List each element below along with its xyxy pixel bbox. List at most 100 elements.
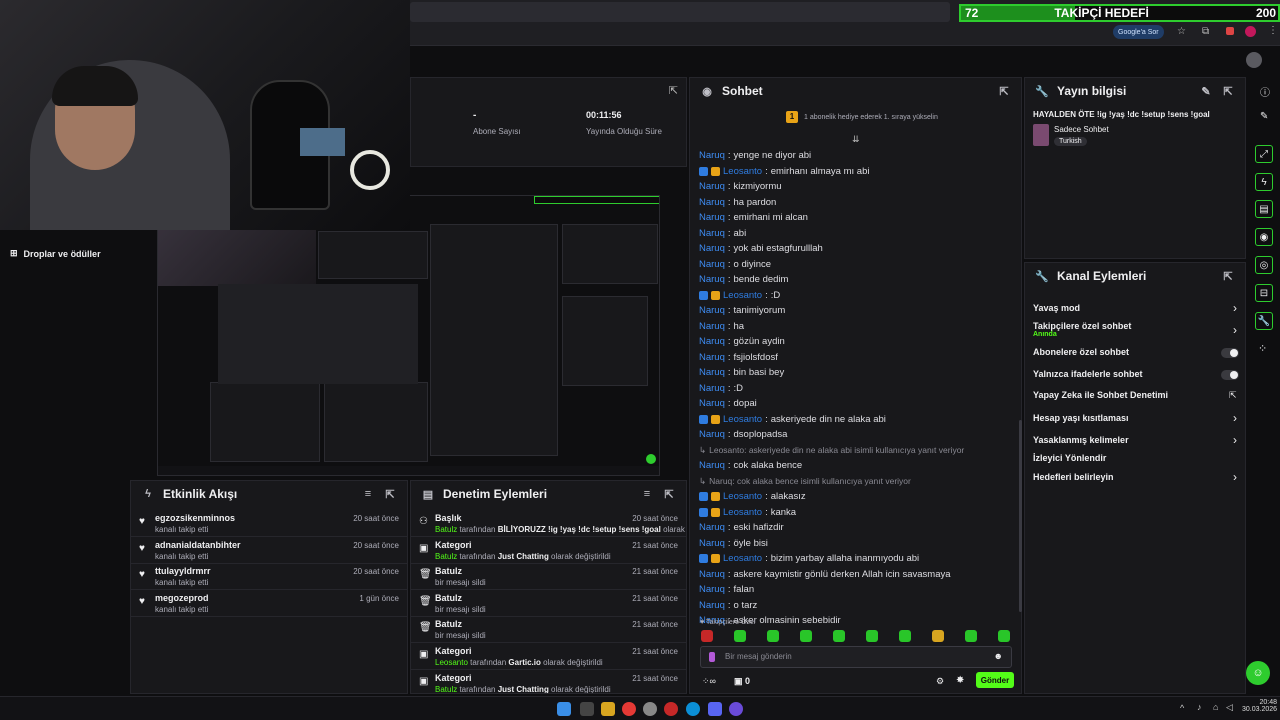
rail-button-lightning[interactable]: ϟ (1255, 173, 1273, 191)
popout-icon[interactable]: ⇱ (662, 487, 676, 501)
rail-button-tools[interactable]: 🔧 (1255, 312, 1273, 330)
stream-category[interactable]: Sadece Sohbet (1054, 125, 1109, 134)
gift-sub-banner[interactable]: 1 1 abonelik hediye ederek 1. sıraya yük… (786, 111, 938, 123)
pin-icon[interactable]: ⇊ (852, 134, 860, 145)
viewer-redirect-option[interactable]: İzleyici Yönlendir (1033, 453, 1205, 463)
chat-username[interactable]: Naruq (699, 383, 725, 394)
chat-message[interactable]: Naruq: eski hafizdir (699, 520, 1015, 536)
popout-icon[interactable]: ⇱ (1221, 84, 1235, 98)
chat-username[interactable]: Naruq (699, 367, 725, 378)
chat-message[interactable]: Leosanto: alakasız (699, 489, 1015, 505)
moderation-item[interactable]: 🗑 Batulz bir mesajı sildi 21 saat önce (411, 617, 686, 644)
opera-icon[interactable] (664, 702, 678, 716)
chevron-right-icon[interactable]: › (1233, 433, 1237, 447)
chat-username[interactable]: Leosanto (723, 166, 762, 177)
moderation-item[interactable]: 🗑 Batulz bir mesajı sildi 21 saat önce (411, 591, 686, 617)
chat-username[interactable]: Naruq (699, 429, 725, 440)
activity-item[interactable]: ♥ adnanialdatanbihter kanalı takip etti 20 … (131, 538, 407, 564)
chat-scrollbar[interactable] (1019, 420, 1022, 612)
chat-message[interactable]: Naruq: tanimiyorum (699, 303, 1015, 319)
edit-pencil-icon[interactable]: ✎ (1260, 111, 1268, 122)
chat-message[interactable]: Naruq: emirhani mi alcan (699, 210, 1015, 226)
chat-message[interactable]: Naruq: bin basi bey (699, 365, 1015, 381)
chat-username[interactable]: Naruq (699, 321, 725, 332)
extension-icon[interactable] (1226, 27, 1234, 35)
chat-username[interactable]: Naruq (699, 460, 725, 471)
rail-button-fullscreen[interactable]: ⤢ (1255, 145, 1273, 163)
popout-icon[interactable]: ⇱ (997, 84, 1011, 98)
rail-button-chat[interactable]: ◉ (1255, 228, 1273, 246)
start-menu-icon[interactable] (557, 702, 571, 716)
chat-message[interactable]: Naruq: falan (699, 582, 1015, 598)
popout-icon[interactable]: ⇱ (1221, 269, 1235, 283)
chat-message[interactable]: Naruq: ha (699, 319, 1015, 335)
mod-actor[interactable]: Leosanto (435, 658, 468, 667)
activity-item[interactable]: ♥ egzozsikenminnos kanalı takip etti 20 saa… (131, 511, 407, 537)
filter-icon[interactable]: ≡ (640, 487, 654, 501)
chat-username[interactable]: Naruq (699, 274, 725, 285)
extensions-icon[interactable]: ⧉ (1202, 26, 1209, 37)
search-icon[interactable] (580, 702, 594, 716)
rail-button-layout[interactable]: ⊟ (1255, 284, 1273, 302)
chat-message[interactable]: Naruq: yenge ne diyor abi (699, 148, 1015, 164)
rail-button-broadcast[interactable]: ◎ (1255, 256, 1273, 274)
infinity-icon[interactable]: ⁘∞ (702, 676, 716, 687)
chat-message[interactable]: Naruq: yok abi estagfurulllah (699, 241, 1015, 257)
emote-icon[interactable] (998, 630, 1010, 642)
chat-username[interactable]: Naruq (699, 522, 725, 533)
network-icon[interactable]: ⌂ (1213, 702, 1218, 712)
chat-message[interactable]: Leosanto: emirhanı almaya mı abi (699, 164, 1015, 180)
chat-username[interactable]: Naruq (699, 538, 725, 549)
activity-item[interactable]: ♥ ttulayyldrmrr kanalı takip etti 20 saat ö… (131, 564, 407, 590)
chat-message[interactable]: Leosanto: bizim yarbay allaha inanmıyodu … (699, 551, 1015, 567)
file-explorer-icon[interactable] (601, 702, 615, 716)
chat-username[interactable]: Naruq (699, 398, 725, 409)
chat-message[interactable]: Naruq: askere kaymistir gönlü derken Alla… (699, 567, 1015, 583)
address-bar[interactable] (410, 2, 950, 22)
chat-username[interactable]: Leosanto (723, 414, 762, 425)
chat-message[interactable]: Naruq: bende dedim (699, 272, 1015, 288)
chat-username[interactable]: Naruq (699, 150, 725, 161)
subs-chat-toggle[interactable] (1221, 348, 1239, 358)
edge-icon[interactable] (686, 702, 700, 716)
chat-message[interactable]: Naruq: ha pardon (699, 195, 1015, 211)
chat-message[interactable]: Naruq: o tarz (699, 598, 1015, 614)
chat-username[interactable]: Leosanto (723, 491, 762, 502)
moderation-item[interactable]: ⚇ Başlık Batulz tarafından BİLİYORUZZ !ig … (411, 511, 686, 537)
rail-button-document[interactable]: ▤ (1255, 200, 1273, 218)
chat-message[interactable]: Leosanto: askeriyede din ne alaka abi (699, 412, 1015, 428)
chevron-right-icon[interactable]: › (1233, 411, 1237, 425)
chat-username[interactable]: Naruq (699, 181, 725, 192)
emoji-icon[interactable]: ☻ (994, 651, 1003, 661)
chat-username[interactable]: Naruq (699, 584, 725, 595)
tray-chevron-icon[interactable]: ^ (1180, 703, 1184, 713)
emote-only-toggle[interactable] (1221, 370, 1239, 380)
send-button[interactable]: Gönder (976, 672, 1014, 688)
chat-username[interactable]: Leosanto (723, 553, 762, 564)
emote-icon[interactable] (932, 630, 944, 642)
chat-message[interactable]: Naruq: kizmiyormu (699, 179, 1015, 195)
ai-moderation-option[interactable]: Yapay Zeka ile Sohbet Denetimi (1033, 390, 1205, 400)
emote-icon[interactable] (701, 630, 713, 642)
rail-extensions-icon[interactable]: ⁘ (1258, 342, 1267, 355)
discord-icon[interactable] (708, 702, 722, 716)
popout-icon[interactable]: ⇱ (383, 487, 397, 501)
followers-chat-option[interactable]: Takipçilere özel sohbet (1033, 321, 1205, 331)
moderation-item[interactable]: ▣ Kategori Batulz tarafından Just Chatting… (411, 671, 686, 693)
chat-username[interactable]: Naruq (699, 600, 725, 611)
app-icon[interactable] (729, 702, 743, 716)
emote-icon[interactable] (767, 630, 779, 642)
moderation-item[interactable]: ▣ Kategori Batulz tarafından Just Chatting… (411, 538, 686, 564)
mod-actor[interactable]: Batulz (435, 685, 457, 693)
edit-pencil-icon[interactable]: ✎ (1199, 84, 1213, 98)
chat-message[interactable]: Naruq: o diyince (699, 257, 1015, 273)
chat-username[interactable]: Naruq (699, 212, 725, 223)
mod-actor[interactable]: Batulz (435, 525, 457, 534)
chat-message[interactable]: Naruq::D (699, 381, 1015, 397)
obs-icon[interactable] (643, 702, 657, 716)
google-ask-button[interactable]: Google'a Sor (1113, 25, 1164, 39)
browser-menu-icon[interactable]: ⋮ (1268, 25, 1278, 36)
set-goals-option[interactable]: Hedefleri belirleyin (1033, 472, 1205, 482)
chat-username[interactable]: Naruq (699, 259, 725, 270)
filter-icon[interactable]: ≡ (361, 487, 375, 501)
